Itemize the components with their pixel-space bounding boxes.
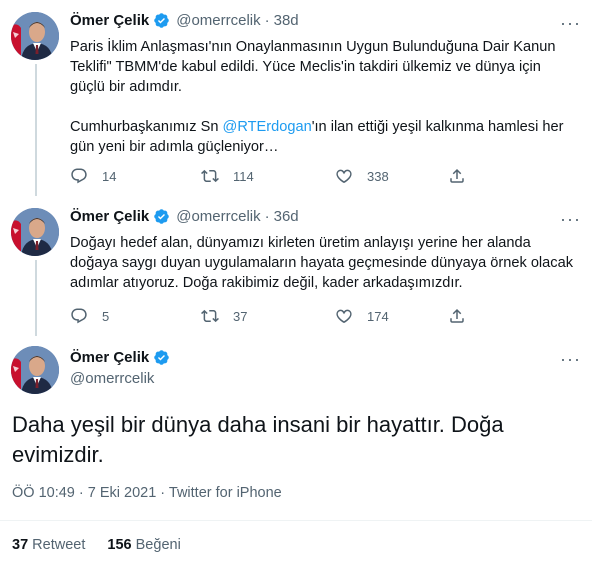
reply-count: 5 [102,308,110,324]
reply-icon [70,307,88,325]
retweet-count: 114 [233,168,254,184]
tweet-time[interactable]: 38d [274,12,299,29]
share-icon [448,167,466,185]
reply-button[interactable]: 5 [70,306,109,326]
like-stat-label: Beğeni [135,537,181,553]
like-icon [335,307,353,325]
retweet-button[interactable]: 37 [201,306,247,326]
share-icon [448,307,466,325]
author-name[interactable]: Ömer Çelik [70,12,149,29]
tweet-actions: 5 37 174 [70,306,490,326]
main-author-handle-row: @omerrcelik [70,370,154,387]
retweet-stat-label: Retweet [32,537,86,553]
tweet-timestamp[interactable]: ÖÖ 10:49 · 7 Eki 2021 · Twitter for iPho… [12,485,282,501]
avatar[interactable] [11,346,59,394]
retweet-total: 37 [12,537,29,553]
reply-icon [70,167,88,185]
retweet-stat[interactable]: 37 Retweet [12,537,85,553]
tweet-text: Paris İklim Anlaşması'nın Onaylanmasının… [70,37,578,157]
like-count: 338 [367,168,389,184]
author-handle[interactable]: @omerrcelik [70,370,154,387]
separator-dot: · [264,208,270,225]
main-author-name-row: Ömer Çelik [70,349,176,366]
avatar[interactable] [11,12,59,60]
thread-tweet-2[interactable]: Ömer Çelik @omerrcelik · 36d ··· Doğayı … [0,196,592,336]
tweet-text: Doğayı hedef alan, dünyamızı kirleten ür… [70,235,573,291]
avatar[interactable] [11,208,59,256]
like-button[interactable]: 174 [335,306,389,326]
retweet-count: 37 [233,308,248,324]
share-button[interactable] [448,306,480,326]
retweet-button[interactable]: 114 [201,166,254,186]
tweet-header: Ömer Çelik @omerrcelik · 36d [70,208,299,225]
thread-tweet-1[interactable]: Ömer Çelik @omerrcelik · 38d ··· Paris İ… [0,0,592,196]
like-count: 174 [367,308,389,324]
main-tweet-text: Daha yeşil bir dünya daha insani bir hay… [12,412,504,467]
like-total: 156 [107,537,132,553]
thread-line [35,64,37,196]
author-handle[interactable]: @omerrcelik [176,208,260,225]
retweet-icon [201,307,219,325]
tweet-stats: 37 Retweet 156 Beğeni [12,537,199,553]
separator-dot: · [264,12,270,29]
share-button[interactable] [448,166,480,186]
tweet-paragraph: Cumhurbaşkanımız Sn @RTErdogan'ın ilan e… [70,119,564,155]
retweet-icon [201,167,219,185]
like-button[interactable]: 338 [335,166,389,186]
like-stat[interactable]: 156 Beğeni [107,537,180,553]
more-icon[interactable]: ··· [560,14,580,36]
verified-badge-icon [153,349,170,366]
verified-badge-icon [153,12,170,29]
divider [0,520,592,521]
reply-button[interactable]: 14 [70,166,116,186]
author-handle[interactable]: @omerrcelik [176,12,260,29]
verified-badge-icon [153,208,170,225]
tweet-time[interactable]: 36d [274,208,299,225]
author-name[interactable]: Ömer Çelik [70,208,149,225]
more-icon[interactable]: ··· [560,350,580,372]
tweet-actions: 14 114 338 [70,166,490,186]
thread-line [35,260,37,336]
author-name[interactable]: Ömer Çelik [70,349,149,366]
more-icon[interactable]: ··· [560,210,580,232]
tweet-paragraph: Paris İklim Anlaşması'nın Onaylanmasının… [70,39,556,95]
tweet-header: Ömer Çelik @omerrcelik · 38d [70,12,299,29]
like-icon [335,167,353,185]
mention-link[interactable]: @RTErdogan [223,119,312,135]
reply-count: 14 [102,168,117,184]
